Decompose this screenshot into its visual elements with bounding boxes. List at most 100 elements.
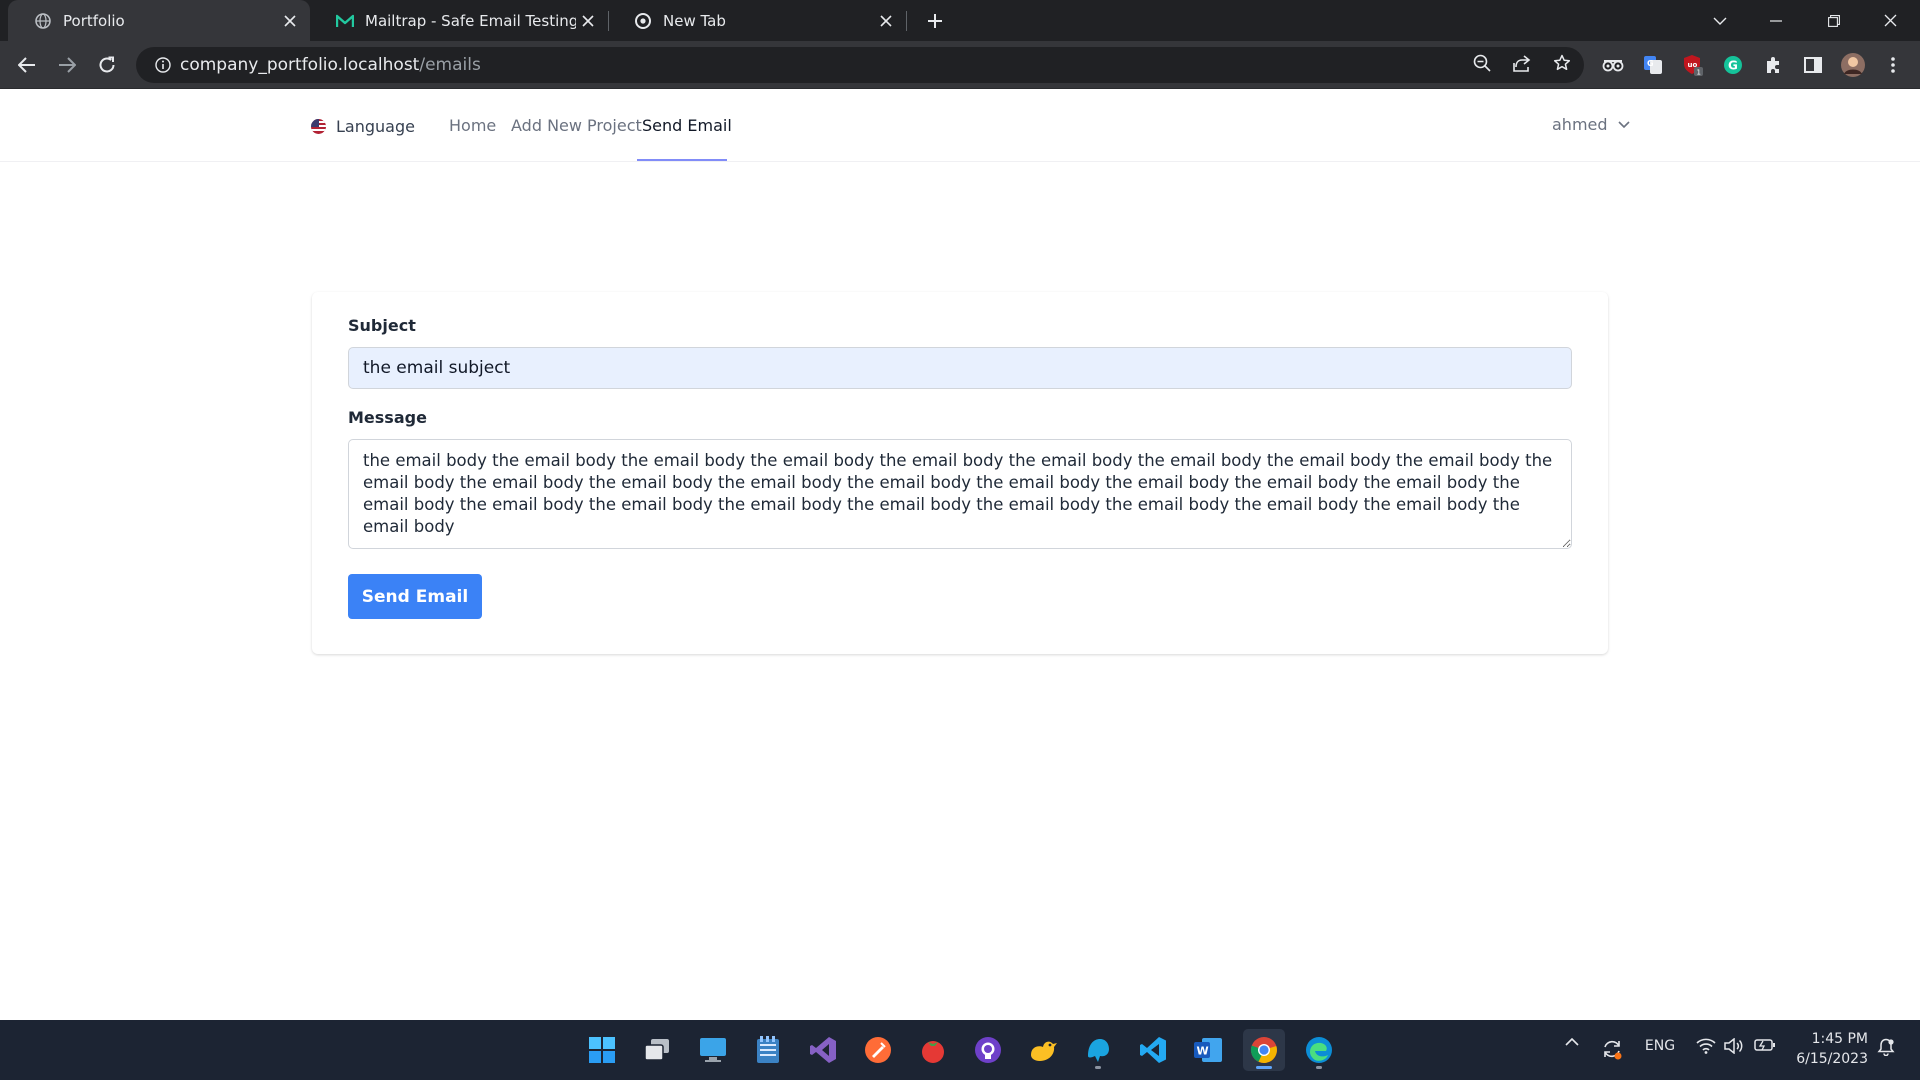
notepad-icon[interactable] <box>747 1029 789 1071</box>
nav-link-home[interactable]: Home <box>449 116 496 135</box>
globe-icon <box>34 12 52 30</box>
close-window-button[interactable] <box>1862 0 1918 41</box>
arrow-left-icon <box>18 57 35 73</box>
running-indicator <box>1095 1066 1101 1069</box>
close-icon[interactable] <box>874 9 898 33</box>
sync-icon[interactable] <box>1598 1038 1626 1060</box>
forward-button[interactable] <box>51 49 83 81</box>
info-icon[interactable] <box>146 57 180 73</box>
svg-text:W: W <box>1197 1045 1209 1058</box>
tab-divider <box>906 11 907 31</box>
tab-title: Portfolio <box>63 11 125 30</box>
app-navbar: Language Home Add New Project Send Email… <box>0 89 1920 162</box>
nav-link-add-new-project[interactable]: Add New Project <box>511 116 642 135</box>
chevron-down-icon <box>1617 120 1630 129</box>
message-label: Message <box>348 408 427 427</box>
back-button[interactable] <box>11 49 43 81</box>
share-icon <box>1513 55 1531 72</box>
us-flag-icon <box>311 119 326 134</box>
ublock-icon[interactable]: uo 1 <box>1678 50 1708 80</box>
windows-taskbar: W ENG 1:45 PM 6/15/2023 <box>0 1020 1920 1080</box>
tab-title: New Tab <box>663 11 726 30</box>
tomato-timer-icon[interactable] <box>912 1029 954 1071</box>
edge-icon[interactable] <box>1298 1029 1340 1071</box>
arrow-right-icon <box>59 57 76 73</box>
chevron-down-icon <box>1713 17 1727 25</box>
subject-label: Subject <box>348 316 416 335</box>
postman-icon[interactable] <box>857 1029 899 1071</box>
show-hidden-icons-chevron-up-icon[interactable] <box>1560 1038 1584 1046</box>
user-dropdown[interactable]: ahmed <box>1552 115 1630 134</box>
desktop-icon[interactable] <box>692 1029 734 1071</box>
url-text: company_portfolio.localhost/emails <box>180 55 481 75</box>
nav-link-send-email[interactable]: Send Email <box>642 116 732 135</box>
tab-search-button[interactable] <box>1692 0 1748 41</box>
profile-avatar[interactable] <box>1838 50 1868 80</box>
language-dropdown[interactable]: Language <box>311 117 415 136</box>
tab-portfolio[interactable]: Portfolio <box>8 0 310 41</box>
zoom-out-icon <box>1473 54 1491 72</box>
restore-button[interactable] <box>1806 0 1862 41</box>
star-icon <box>1553 54 1571 71</box>
volume-icon[interactable] <box>1722 1038 1746 1054</box>
browser-toolbar: company_portfolio.localhost/emails G uo 1… <box>0 41 1920 89</box>
extension-spy-icon[interactable] <box>1598 50 1628 80</box>
close-icon[interactable] <box>576 9 600 33</box>
chrome-menu-button[interactable] <box>1878 50 1908 80</box>
svg-text:G: G <box>1647 59 1654 68</box>
language-label: Language <box>336 117 415 136</box>
word-icon[interactable]: W <box>1187 1029 1229 1071</box>
system-clock[interactable]: 1:45 PM 6/15/2023 <box>1790 1029 1868 1069</box>
send-email-button[interactable]: Send Email <box>348 574 482 619</box>
user-name: ahmed <box>1552 115 1608 134</box>
input-language[interactable]: ENG <box>1640 1038 1680 1054</box>
windows-start-icon[interactable] <box>581 1029 623 1071</box>
cyberduck-icon[interactable] <box>1022 1029 1064 1071</box>
reload-button[interactable] <box>91 49 123 81</box>
running-indicator <box>1316 1066 1322 1069</box>
vscode-icon[interactable] <box>1132 1029 1174 1071</box>
tab-new-tab[interactable]: New Tab <box>608 0 906 41</box>
zoom-button[interactable] <box>1466 47 1498 79</box>
subject-input[interactable] <box>348 347 1572 389</box>
chrome-icon <box>634 12 652 30</box>
task-view-icon[interactable] <box>636 1029 678 1071</box>
new-tab-button[interactable] <box>920 6 950 36</box>
svg-text:G: G <box>1728 59 1738 73</box>
side-panel-icon[interactable] <box>1798 50 1828 80</box>
svg-text:1: 1 <box>1697 69 1701 77</box>
notifications-bell-icon[interactable] <box>1874 1038 1898 1056</box>
wifi-icon[interactable] <box>1694 1038 1718 1054</box>
close-icon[interactable] <box>278 9 302 33</box>
mysql-workbench-icon[interactable] <box>1077 1029 1119 1071</box>
tab-title: Mailtrap - Safe Email Testing <box>365 11 576 30</box>
close-icon <box>1884 14 1896 27</box>
clock-time: 1:45 PM <box>1811 1031 1868 1047</box>
google-translate-icon[interactable]: G <box>1638 50 1668 80</box>
address-bar[interactable]: company_portfolio.localhost/emails <box>136 47 1584 83</box>
active-nav-indicator <box>637 159 727 161</box>
url-host: company_portfolio.localhost <box>180 55 420 75</box>
message-textarea[interactable]: the email body the email body the email … <box>348 439 1572 549</box>
restore-icon <box>1828 14 1840 27</box>
grammarly-icon[interactable]: G <box>1718 50 1748 80</box>
visual-studio-icon[interactable] <box>802 1029 844 1071</box>
reload-icon <box>99 56 115 73</box>
tab-mailtrap[interactable]: Mailtrap - Safe Email Testing <box>310 0 608 41</box>
minimize-button[interactable] <box>1748 0 1804 41</box>
share-button[interactable] <box>1506 47 1538 79</box>
github-desktop-icon[interactable] <box>967 1029 1009 1071</box>
bookmark-button[interactable] <box>1546 47 1578 79</box>
plus-icon <box>928 14 942 28</box>
clock-date: 6/15/2023 <box>1796 1051 1868 1067</box>
chrome-taskbar-icon[interactable] <box>1243 1029 1285 1071</box>
send-email-form: Subject Message the email body the email… <box>312 292 1608 654</box>
battery-icon[interactable] <box>1752 1038 1778 1052</box>
active-indicator <box>1256 1066 1272 1069</box>
browser-tab-strip: Portfolio Mailtrap - Safe Email Testing … <box>0 0 1920 41</box>
extensions-puzzle-icon[interactable] <box>1758 50 1788 80</box>
mailtrap-logo-icon <box>336 12 354 30</box>
kebab-menu-icon <box>1891 57 1895 73</box>
url-path: /emails <box>419 55 481 75</box>
minimize-icon <box>1770 19 1782 22</box>
